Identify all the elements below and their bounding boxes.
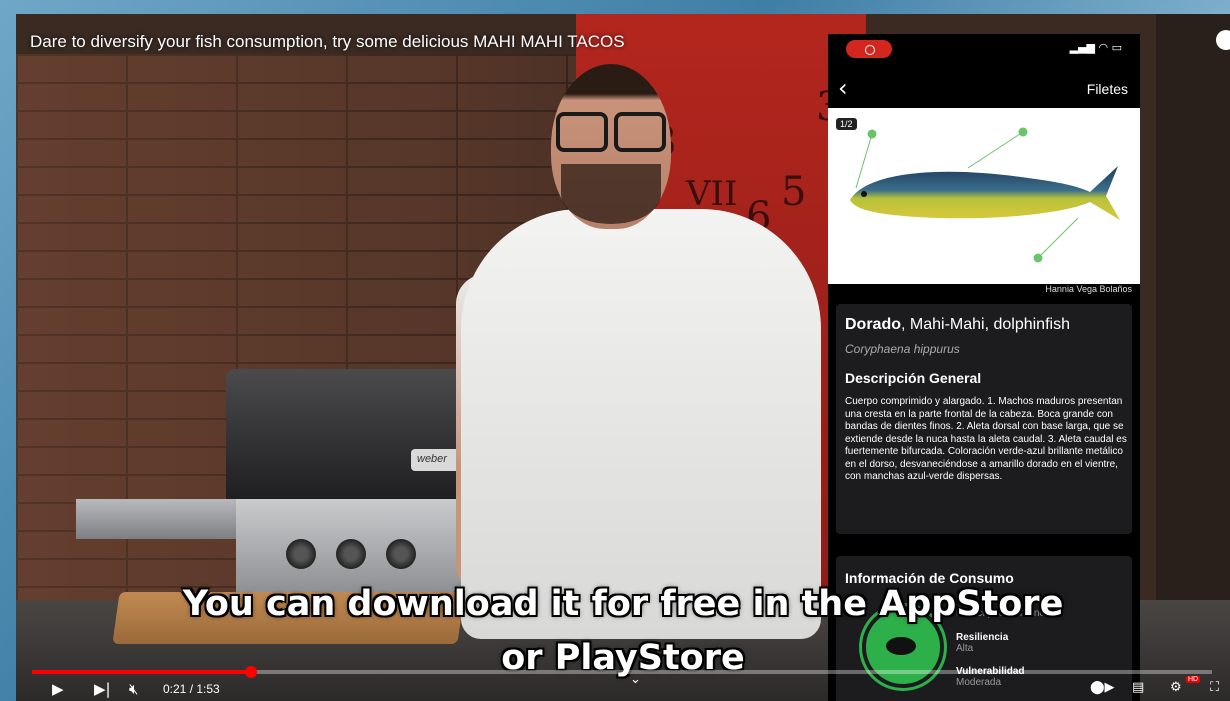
video-player[interactable]: 8 VII 6 5 3 weber Dare to diversify your…	[16, 14, 1230, 701]
mahi-mahi-fish-illustration	[850, 127, 1120, 263]
captions-icon[interactable]: ▤	[1132, 680, 1144, 695]
player-controls: ▶ ▶| 🔇︎ 0:21 / 1:53 ⌄ ⬤▶ ▤ ⚙ HD ⛶	[16, 672, 1230, 701]
fish-image-panel: 1/2	[828, 108, 1140, 284]
next-icon[interactable]: ▶|	[94, 680, 111, 698]
chef-beard	[561, 164, 661, 224]
chef-jacket	[461, 209, 821, 639]
settings-gear-icon[interactable]: ⚙	[1170, 680, 1182, 695]
description-text: Cuerpo comprimido y alargado. 1. Machos …	[845, 396, 1127, 482]
species-name-rest: , Mahi-Mahi, dolphinfish	[901, 316, 1070, 333]
species-info-card: Dorado, Mahi-Mahi, dolphinfish Coryphaen…	[836, 304, 1132, 534]
dark-wall-right	[1156, 14, 1230, 614]
chevron-down-icon[interactable]: ⌄	[630, 672, 641, 687]
app-nav-bar: ‹ Filetes	[828, 74, 1140, 108]
progress-fill	[32, 670, 252, 674]
back-chevron-icon: ‹	[838, 74, 848, 102]
chef-presenter	[446, 54, 826, 639]
signal-wifi-battery-icon: ▂▄▆ ◠ ▭	[1069, 41, 1122, 54]
fullscreen-icon[interactable]: ⛶	[1210, 680, 1219, 695]
screen-record-indicator	[846, 40, 892, 58]
grill-knob	[386, 539, 416, 569]
play-icon[interactable]: ▶	[52, 680, 64, 698]
hd-badge: HD	[1186, 676, 1201, 683]
species-latin-name: Coryphaena hippurus	[845, 342, 960, 356]
chef-glasses	[556, 112, 668, 152]
phone-status-bar: ▂▄▆ ◠ ▭	[828, 40, 1140, 58]
species-name: Dorado, Mahi-Mahi, dolphinfish	[845, 316, 1070, 334]
photo-credit: Hannia Vega Bolaños	[1045, 284, 1132, 294]
nav-title: Filetes	[1086, 81, 1128, 97]
caption-line-1: You can download it for free in the AppS…	[182, 584, 1064, 624]
grill-knob	[336, 539, 366, 569]
autoplay-toggle-icon[interactable]: ⬤▶	[1090, 680, 1115, 695]
species-name-bold: Dorado	[845, 316, 901, 333]
mute-icon[interactable]: 🔇︎	[129, 680, 138, 698]
time-display: 0:21 / 1:53	[163, 682, 220, 696]
watch-later-icon[interactable]	[1216, 30, 1230, 50]
grill-brand-text: weber	[417, 453, 447, 465]
video-title[interactable]: Dare to diversify your fish consumption,…	[30, 32, 625, 52]
grill-side-shelf	[76, 499, 246, 539]
description-heading: Descripción General	[845, 370, 982, 386]
progress-bar[interactable]	[32, 666, 1212, 678]
grill-knob	[286, 539, 316, 569]
